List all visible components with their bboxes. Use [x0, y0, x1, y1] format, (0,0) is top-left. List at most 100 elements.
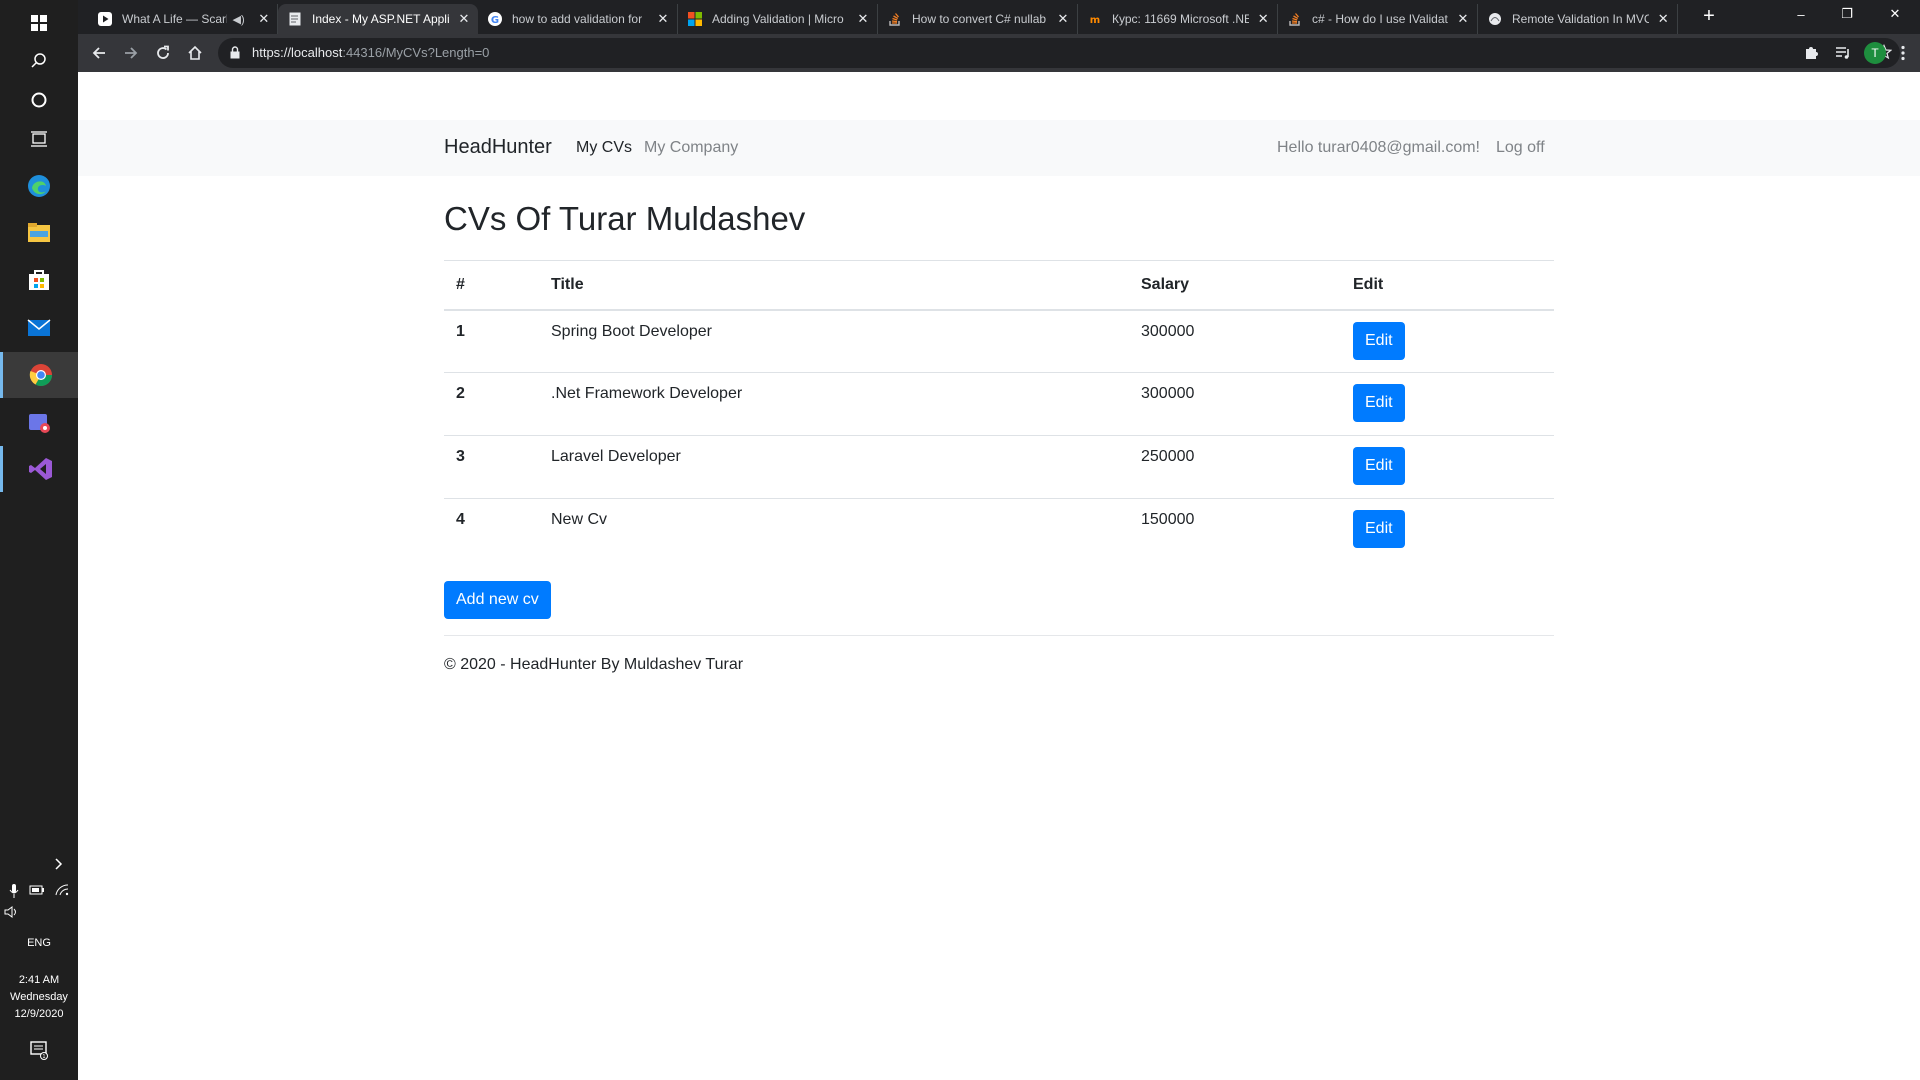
volume-icon[interactable]	[0, 906, 78, 924]
logoff-link[interactable]: Log off	[1496, 139, 1545, 157]
microsoft-store-icon[interactable]	[0, 257, 78, 303]
close-tab-icon[interactable]: ✕	[1055, 11, 1071, 27]
table-row: 4 New Cv 150000 Edit	[444, 498, 1554, 562]
add-new-cv-button[interactable]: Add new cv	[444, 581, 551, 619]
stackoverflow-icon	[1288, 12, 1302, 26]
tray-icons	[0, 884, 78, 904]
column-header-edit: Edit	[1341, 260, 1554, 311]
battery-icon[interactable]	[29, 884, 45, 904]
microsoft-icon	[688, 12, 702, 26]
url-host: https://localhost	[252, 45, 343, 60]
browser-tab[interactable]: G how to add validation for ✕	[478, 4, 678, 34]
address-bar[interactable]: https://localhost:44316/MyCVs?Length=0	[218, 38, 1900, 68]
edit-cell: Edit	[1341, 435, 1554, 499]
browser-tab[interactable]: c# - How do I use IValidat ✕	[1278, 4, 1478, 34]
page-icon	[288, 12, 302, 26]
speaker-icon[interactable]: ◀)	[233, 13, 245, 26]
tab-title: Index - My ASP.NET Appli	[312, 12, 450, 26]
microphone-icon[interactable]	[9, 884, 19, 904]
language-indicator[interactable]: ENG	[0, 935, 78, 952]
close-tab-icon[interactable]: ✕	[1455, 11, 1471, 27]
edit-button[interactable]: Edit	[1353, 447, 1405, 485]
lock-icon[interactable]	[230, 46, 240, 64]
tab-title: Adding Validation | Micro	[712, 12, 844, 26]
footer-divider	[444, 635, 1554, 636]
close-tab-icon[interactable]: ✕	[1655, 11, 1671, 27]
tab-title: how to add validation for	[512, 12, 643, 26]
edit-cell: Edit	[1341, 372, 1554, 436]
itvdn-icon: m	[1088, 12, 1102, 26]
mail-icon[interactable]	[0, 305, 78, 351]
browser-tab[interactable]: How to convert C# nullab ✕	[878, 4, 1078, 34]
profile-avatar[interactable]: T	[1861, 39, 1889, 67]
browser-tab[interactable]: Remote Validation In MVC ✕	[1478, 4, 1678, 34]
browser-tab-active[interactable]: Index - My ASP.NET Appli ✕	[278, 4, 478, 34]
edit-cell: Edit	[1341, 309, 1554, 373]
browser-tab[interactable]: m Курс: 11669 Microsoft .NE ✕	[1078, 4, 1278, 34]
action-center-icon[interactable]: 1	[0, 1040, 78, 1066]
browser-tab[interactable]: Adding Validation | Micro ✕	[678, 4, 878, 34]
media-control-icon[interactable]	[1829, 39, 1857, 67]
cv-title: New Cv	[539, 498, 1129, 562]
close-tab-icon[interactable]: ✕	[257, 11, 271, 27]
show-hidden-icons-icon[interactable]	[0, 858, 78, 876]
minimize-button[interactable]: –	[1778, 0, 1824, 28]
home-icon[interactable]	[181, 39, 209, 67]
menu-icon[interactable]	[1889, 39, 1917, 67]
close-tab-icon[interactable]: ✕	[456, 11, 472, 27]
reload-icon[interactable]	[149, 39, 177, 67]
cv-number: 1	[444, 309, 539, 373]
edge-icon[interactable]	[0, 163, 78, 209]
wifi-icon[interactable]	[55, 884, 69, 904]
file-explorer-icon[interactable]	[0, 210, 78, 256]
svg-text:G: G	[491, 15, 499, 26]
browser-tab[interactable]: What A Life — Scarlet ◀) ✕	[88, 4, 278, 34]
column-header-number: #	[444, 260, 539, 311]
cv-number: 3	[444, 435, 539, 499]
browser-tab-strip: What A Life — Scarlet ◀) ✕ Index - My AS…	[78, 0, 1920, 34]
windows-taskbar: ENG 2:41 AM Wednesday 12/9/2020 1	[0, 0, 78, 1080]
page-title: CVs Of Turar Muldashev	[444, 200, 806, 237]
cv-salary: 300000	[1129, 372, 1341, 436]
edit-button[interactable]: Edit	[1353, 384, 1405, 422]
task-view-icon[interactable]	[0, 116, 78, 162]
close-tab-icon[interactable]: ✕	[1255, 11, 1271, 27]
close-tab-icon[interactable]: ✕	[855, 11, 871, 27]
visual-studio-icon[interactable]	[0, 446, 78, 492]
svg-text:1: 1	[42, 1054, 45, 1060]
forward-button[interactable]	[117, 39, 145, 67]
edit-button[interactable]: Edit	[1353, 510, 1405, 548]
cv-number: 4	[444, 498, 539, 562]
new-tab-button[interactable]: +	[1686, 2, 1732, 30]
snip-sketch-icon[interactable]	[0, 399, 78, 445]
nav-my-company[interactable]: My Company	[644, 139, 738, 157]
user-greeting-link[interactable]: Hello turar0408@gmail.com!	[1277, 139, 1480, 157]
close-tab-icon[interactable]: ✕	[655, 11, 671, 27]
edit-button[interactable]: Edit	[1353, 321, 1405, 360]
column-header-title: Title	[539, 260, 1129, 311]
play-icon	[98, 12, 112, 26]
restore-button[interactable]: ❐	[1824, 0, 1870, 28]
tab-title: Курс: 11669 Microsoft .NE	[1112, 12, 1250, 26]
table-row: 1 Spring Boot Developer 300000 Edit	[444, 309, 1554, 373]
column-header-salary: Salary	[1129, 260, 1341, 311]
clock[interactable]: 2:41 AM Wednesday 12/9/2020	[0, 972, 78, 1023]
extensions-icon[interactable]	[1797, 39, 1825, 67]
cv-table: # Title Salary Edit 1 Spring Boot Develo…	[444, 260, 1554, 562]
nav-my-cvs[interactable]: My CVs	[576, 139, 632, 157]
tab-title: What A Life — Scarlet	[122, 12, 227, 26]
site-brand[interactable]: HeadHunter	[444, 136, 552, 159]
cv-salary: 300000	[1129, 309, 1341, 373]
table-row: 3 Laravel Developer 250000 Edit	[444, 435, 1554, 499]
chrome-icon[interactable]	[0, 352, 78, 398]
web-page: HeadHunter My CVs My Company Hello turar…	[78, 72, 1920, 1080]
svg-text:m: m	[1090, 15, 1100, 26]
url-text: https://localhost:44316/MyCVs?Length=0	[252, 45, 489, 60]
cv-title: Spring Boot Developer	[539, 309, 1129, 373]
back-button[interactable]	[85, 39, 113, 67]
table-row: 2 .Net Framework Developer 300000 Edit	[444, 372, 1554, 436]
table-header-row: # Title Salary Edit	[444, 260, 1554, 311]
edit-cell: Edit	[1341, 498, 1554, 562]
cv-title: .Net Framework Developer	[539, 372, 1129, 436]
close-window-button[interactable]: ✕	[1872, 0, 1918, 28]
